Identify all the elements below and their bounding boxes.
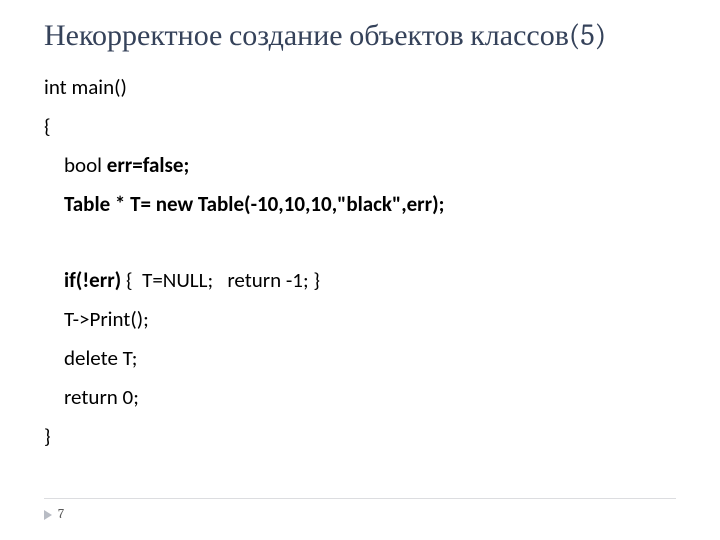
code-line: delete T;: [44, 339, 676, 378]
code-line: {: [44, 107, 676, 146]
arrow-icon: [44, 510, 52, 520]
code-line: }: [44, 417, 676, 456]
slide-title: Некорректное создание объектов классов(5…: [44, 18, 676, 54]
code-text: { T=NULL; return -1; }: [126, 267, 320, 293]
code-text-bold: if(!err): [64, 267, 126, 293]
code-line: bool err=false;: [44, 146, 676, 185]
code-text-bold: err=false;: [107, 152, 190, 178]
code-line: Table * T= new Table(-10,10,10,"black",e…: [44, 185, 676, 224]
code-block: int main() { bool err=false; Table * T= …: [44, 68, 676, 456]
code-text-bold: Table * T= new Table(-10,10,10,"black",e…: [64, 191, 444, 217]
blank-line: [44, 223, 676, 261]
code-line: T->Print();: [44, 300, 676, 339]
code-text: bool: [64, 152, 107, 178]
slide: Некорректное создание объектов классов(5…: [0, 0, 720, 540]
code-line: int main(): [44, 68, 676, 107]
page-number: 7: [58, 507, 64, 522]
code-line: return 0;: [44, 378, 676, 417]
code-line: if(!err) { T=NULL; return -1; }: [44, 261, 676, 300]
footer: 7: [44, 498, 676, 522]
